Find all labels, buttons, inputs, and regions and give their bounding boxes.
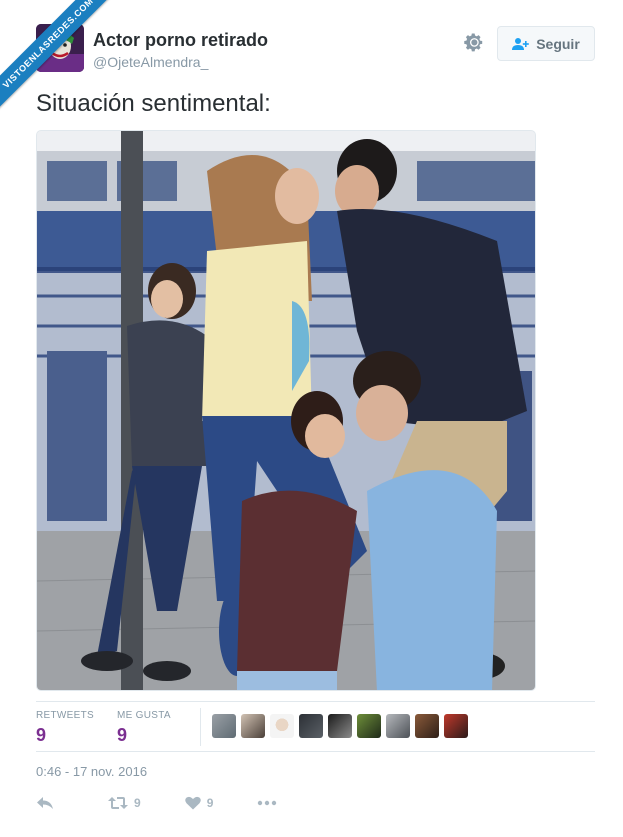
reply-button[interactable] <box>36 796 54 810</box>
follow-button[interactable]: Seguir <box>497 26 595 61</box>
tweet-card: VISTOENLASREDES.COM Actor porno retirado… <box>0 0 623 837</box>
liker-avatar[interactable] <box>241 714 265 738</box>
reply-icon <box>36 796 54 810</box>
retweets-count: 9 <box>36 725 47 745</box>
liker-avatar[interactable] <box>212 714 236 738</box>
like-button[interactable]: 9 <box>184 796 214 810</box>
retweet-icon <box>108 796 128 810</box>
likers-avatar-row <box>212 714 468 738</box>
liker-avatar[interactable] <box>357 714 381 738</box>
tweet-actions: 9 9 <box>36 796 277 810</box>
follow-button-label: Seguir <box>536 35 580 52</box>
liker-avatar[interactable] <box>415 714 439 738</box>
liker-avatar[interactable] <box>270 714 294 738</box>
tweet-timestamp[interactable]: 0:46 - 17 nov. 2016 <box>36 764 147 779</box>
add-user-icon <box>512 37 530 51</box>
more-button[interactable] <box>257 800 277 806</box>
retweets-label: RETWEETS <box>36 710 94 721</box>
retweet-button[interactable]: 9 <box>108 796 141 810</box>
watermark-text: VISTOENLASREDES.COM <box>0 0 127 122</box>
tweet-photo[interactable] <box>36 130 536 691</box>
gear-icon[interactable] <box>463 32 485 54</box>
like-count: 9 <box>206 796 214 810</box>
liker-avatar[interactable] <box>299 714 323 738</box>
liker-avatar[interactable] <box>328 714 352 738</box>
more-dots-icon <box>257 800 277 806</box>
stats-divider-top <box>36 701 595 702</box>
liker-avatar[interactable] <box>386 714 410 738</box>
likes-label: ME GUSTA <box>117 710 171 721</box>
stats-divider-bottom <box>36 751 595 752</box>
retweet-count: 9 <box>134 796 141 810</box>
retweets-stat[interactable]: RETWEETS 9 <box>36 710 94 746</box>
likes-stat[interactable]: ME GUSTA 9 <box>117 710 171 746</box>
watermark-ribbon: VISTOENLASREDES.COM <box>0 0 130 130</box>
heart-icon <box>184 796 201 810</box>
stats-vertical-divider <box>200 708 201 746</box>
liker-avatar[interactable] <box>444 714 468 738</box>
likes-count: 9 <box>117 725 128 745</box>
